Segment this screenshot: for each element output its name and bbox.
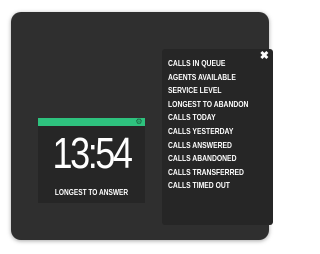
metric-menu-list: CALLS IN QUEUE AGENTS AVAILABLE SERVICE … <box>168 57 269 193</box>
menu-item-calls-answered[interactable]: CALLS ANSWERED <box>168 139 248 153</box>
dashboard-screen: ⚙ 13:54 LONGEST TO ANSWER ✖ CALLS IN QUE… <box>11 12 273 240</box>
menu-item-calls-abandoned[interactable]: CALLS ABANDONED <box>168 152 248 166</box>
menu-item-agents-available[interactable]: AGENTS AVAILABLE <box>168 71 248 85</box>
menu-item-longest-to-abandon[interactable]: LONGEST TO ABANDON <box>168 98 248 112</box>
metric-label: LONGEST TO ANSWER <box>54 188 129 197</box>
metric-value: 13:54 <box>52 129 132 178</box>
metric-widget[interactable]: ⚙ 13:54 LONGEST TO ANSWER <box>38 118 145 203</box>
menu-item-calls-yesterday[interactable]: CALLS YESTERDAY <box>168 125 248 139</box>
metric-menu: ✖ CALLS IN QUEUE AGENTS AVAILABLE SERVIC… <box>162 49 273 225</box>
gear-icon[interactable]: ⚙ <box>135 118 143 126</box>
menu-item-calls-today[interactable]: CALLS TODAY <box>168 111 248 125</box>
menu-item-service-level[interactable]: SERVICE LEVEL <box>168 84 248 98</box>
widget-header-bar: ⚙ <box>38 118 145 126</box>
menu-item-calls-timed-out[interactable]: CALLS TIMED OUT <box>168 179 248 193</box>
menu-item-calls-transferred[interactable]: CALLS TRANSFERRED <box>168 166 248 180</box>
menu-item-calls-in-queue[interactable]: CALLS IN QUEUE <box>168 57 248 71</box>
